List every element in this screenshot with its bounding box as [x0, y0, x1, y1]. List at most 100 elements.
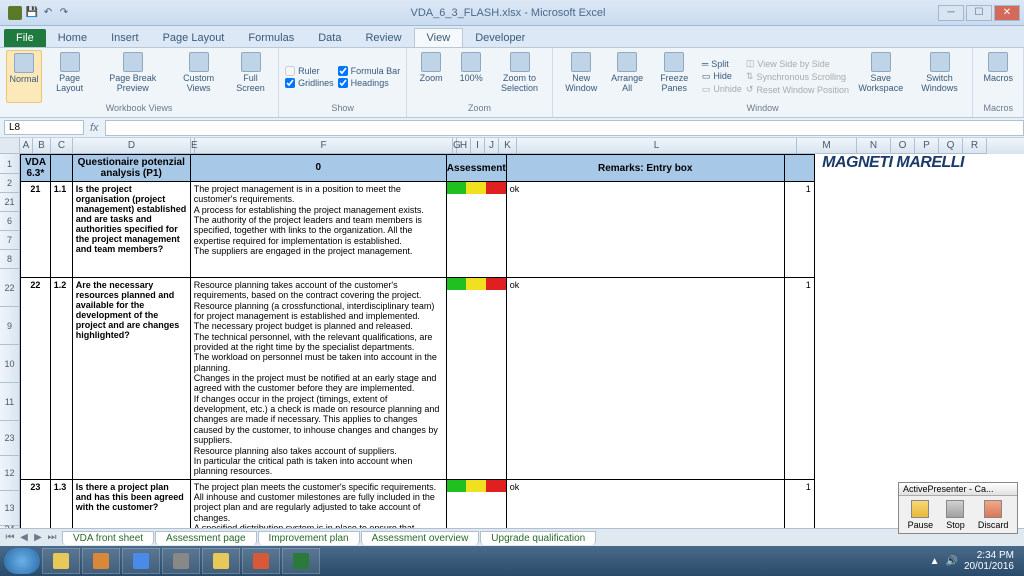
row-header[interactable]: 24: [0, 526, 20, 528]
cell-idx[interactable]: 21: [21, 182, 51, 278]
taskbar-chrome[interactable]: [122, 548, 160, 574]
cell-idx[interactable]: 22: [21, 278, 51, 480]
full-screen-button[interactable]: Full Screen: [229, 50, 272, 103]
row-header[interactable]: 23: [0, 421, 20, 456]
split-button[interactable]: ═ Split: [702, 59, 742, 69]
taskbar-recorder[interactable]: [242, 548, 280, 574]
cell-desc[interactable]: The project plan meets the customer's sp…: [190, 479, 446, 528]
unhide-button[interactable]: ▭ Unhide: [702, 84, 742, 95]
custom-views-button[interactable]: Custom Views: [172, 50, 224, 103]
row-header[interactable]: 22: [0, 269, 20, 307]
cell-sub[interactable]: 1.2: [50, 278, 72, 480]
cell-assess[interactable]: [446, 479, 506, 528]
taskbar-excel[interactable]: [282, 548, 320, 574]
row-header[interactable]: 13: [0, 491, 20, 526]
sheet-tab[interactable]: Upgrade qualification: [480, 531, 596, 545]
row-header[interactable]: 10: [0, 345, 20, 383]
stop-button[interactable]: Stop: [946, 500, 965, 530]
col-header[interactable]: K: [499, 138, 517, 154]
formula-bar[interactable]: [105, 120, 1024, 136]
tab-first-icon[interactable]: ⏮: [4, 532, 16, 543]
cell-remark[interactable]: ok: [506, 182, 784, 278]
select-all-corner[interactable]: [0, 138, 20, 154]
cell-question[interactable]: Is the project organisation (project man…: [72, 182, 190, 278]
page-layout-button[interactable]: Page Layout: [46, 50, 93, 103]
tab-file[interactable]: File: [4, 29, 46, 47]
ruler-checkbox[interactable]: Ruler: [285, 66, 334, 76]
row-header[interactable]: 11: [0, 383, 20, 421]
row-header[interactable]: 7: [0, 231, 20, 250]
col-header[interactable]: I: [471, 138, 485, 154]
row-header[interactable]: 12: [0, 456, 20, 491]
col-header[interactable]: P: [915, 138, 939, 154]
tab-page-layout[interactable]: Page Layout: [151, 29, 237, 47]
col-header[interactable]: Q: [939, 138, 963, 154]
col-header[interactable]: H: [457, 138, 471, 154]
cell-sub[interactable]: 1.1: [50, 182, 72, 278]
zoom-button[interactable]: Zoom: [413, 50, 449, 103]
redo-icon[interactable]: ↷: [58, 7, 70, 19]
headings-checkbox[interactable]: Headings: [338, 78, 401, 88]
undo-icon[interactable]: ↶: [42, 7, 54, 19]
maximize-button[interactable]: ☐: [966, 5, 992, 21]
sheet-tab[interactable]: Assessment page: [155, 531, 257, 545]
cell-last[interactable]: 1: [784, 479, 814, 528]
arrange-all-button[interactable]: Arrange All: [608, 50, 647, 103]
tab-prev-icon[interactable]: ◀: [18, 532, 30, 543]
row-header[interactable]: 1: [0, 154, 20, 174]
page-break-button[interactable]: Page Break Preview: [97, 50, 168, 103]
name-box[interactable]: [4, 120, 84, 135]
close-button[interactable]: ✕: [994, 5, 1020, 21]
cell-remark[interactable]: ok: [506, 479, 784, 528]
col-header[interactable]: B: [33, 138, 51, 154]
cell-desc[interactable]: The project management is in a position …: [190, 182, 446, 278]
col-header[interactable]: A: [20, 138, 33, 154]
col-header[interactable]: N: [857, 138, 891, 154]
hide-button[interactable]: ▭ Hide: [702, 71, 742, 82]
row-header[interactable]: 2: [0, 174, 20, 193]
row-header[interactable]: 9: [0, 307, 20, 345]
cell-assess[interactable]: [446, 182, 506, 278]
tab-formulas[interactable]: Formulas: [236, 29, 306, 47]
col-header[interactable]: R: [963, 138, 987, 154]
taskbar-folder[interactable]: [202, 548, 240, 574]
cell-question[interactable]: Are the necessary resources planned and …: [72, 278, 190, 480]
tab-next-icon[interactable]: ▶: [32, 532, 44, 543]
col-header[interactable]: J: [485, 138, 499, 154]
minimize-button[interactable]: ─: [938, 5, 964, 21]
tab-insert[interactable]: Insert: [99, 29, 151, 47]
cell-idx[interactable]: 23: [21, 479, 51, 528]
cell-last[interactable]: 1: [784, 278, 814, 480]
col-header[interactable]: O: [891, 138, 915, 154]
cell-last[interactable]: 1: [784, 182, 814, 278]
cell-assess[interactable]: [446, 278, 506, 480]
taskbar-app[interactable]: [162, 548, 200, 574]
cell-question[interactable]: Is there a project plan and has this bee…: [72, 479, 190, 528]
row-header[interactable]: 6: [0, 212, 20, 231]
taskbar-outlook[interactable]: [82, 548, 120, 574]
tab-last-icon[interactable]: ⏭: [46, 532, 58, 543]
switch-windows-button[interactable]: Switch Windows: [913, 50, 967, 103]
col-header[interactable]: C: [51, 138, 73, 154]
system-tray[interactable]: ▲ 🔊 2:34 PM 20/01/2016: [930, 550, 1020, 572]
row-header[interactable]: 21: [0, 193, 20, 212]
zoom-selection-button[interactable]: Zoom to Selection: [493, 50, 546, 103]
tab-review[interactable]: Review: [353, 29, 413, 47]
cells[interactable]: VDA 6.3*Questionaire potenzial analysis …: [20, 154, 1024, 528]
start-button[interactable]: [4, 548, 40, 574]
macros-button[interactable]: Macros: [979, 50, 1017, 103]
freeze-panes-button[interactable]: Freeze Panes: [651, 50, 698, 103]
tab-home[interactable]: Home: [46, 29, 99, 47]
cell-remark[interactable]: ok: [506, 278, 784, 480]
zoom-100-button[interactable]: 100%: [453, 50, 489, 103]
new-window-button[interactable]: New Window: [559, 50, 604, 103]
col-header[interactable]: M: [797, 138, 857, 154]
col-header[interactable]: D: [73, 138, 191, 154]
tab-view[interactable]: View: [414, 28, 464, 47]
cell-desc[interactable]: Resource planning takes account of the c…: [190, 278, 446, 480]
pause-button[interactable]: Pause: [908, 500, 934, 530]
gridlines-checkbox[interactable]: Gridlines: [285, 78, 334, 88]
formula-bar-checkbox[interactable]: Formula Bar: [338, 66, 401, 76]
fx-icon[interactable]: fx: [84, 122, 105, 134]
tray-icon[interactable]: ▲: [930, 556, 940, 567]
